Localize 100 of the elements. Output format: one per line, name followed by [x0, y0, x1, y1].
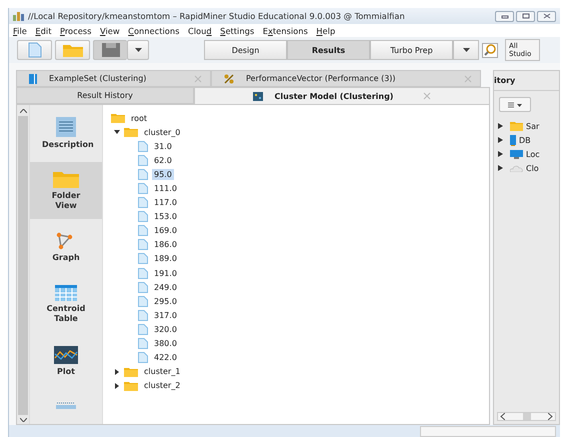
scroll-bar[interactable] — [17, 105, 30, 424]
tree-item[interactable]: 189.0 — [152, 253, 179, 264]
expand-icon[interactable] — [114, 368, 120, 375]
expand-icon[interactable] — [498, 151, 503, 157]
repository-item[interactable]: Sar — [526, 122, 540, 130]
result-tab[interactable]: Cluster Model (Clustering) — [194, 87, 490, 104]
perspective-tab[interactable]: Turbo Prep — [370, 40, 453, 60]
folder-icon — [111, 113, 125, 124]
maximize-icon — [522, 13, 530, 19]
perspective-menu-button[interactable] — [453, 40, 479, 60]
file-icon — [138, 154, 148, 166]
app-icon — [13, 11, 25, 21]
tree-item[interactable]: 422.0 — [152, 352, 179, 364]
menu-item[interactable]: Cloud — [188, 26, 212, 36]
tree-item[interactable]: 249.0 — [152, 282, 179, 293]
result-tab[interactable]: Result History — [16, 87, 194, 104]
collapse-icon[interactable] — [114, 129, 120, 136]
file-icon — [138, 310, 148, 321]
file-icon — [138, 324, 148, 335]
tree-item[interactable]: cluster_2 — [142, 380, 182, 392]
tree-item[interactable]: 95.0 — [152, 168, 174, 180]
menu-item[interactable]: Connections — [128, 26, 180, 36]
repository-item[interactable]: Loc — [526, 150, 540, 158]
file-icon — [138, 211, 148, 222]
panel-title: itory — [494, 76, 516, 85]
file-icon — [138, 168, 148, 180]
expand-icon[interactable] — [498, 165, 503, 171]
menu-item[interactable]: View — [100, 26, 120, 36]
cloud-icon — [510, 164, 523, 172]
perspective-tab[interactable]: Design — [204, 40, 287, 60]
repository-item[interactable]: Clo — [526, 164, 539, 172]
minimize-icon — [500, 14, 508, 18]
table-icon — [55, 285, 77, 301]
sidebar-tab[interactable]: Plot — [30, 333, 102, 390]
expand-icon[interactable] — [498, 137, 503, 143]
file-icon — [138, 296, 148, 307]
tree-item[interactable]: 31.0 — [152, 140, 174, 152]
menu-item[interactable]: Extensions — [262, 26, 308, 36]
percent-icon — [224, 74, 234, 84]
scroll-bar[interactable] — [497, 412, 556, 421]
scroll-thumb[interactable] — [522, 413, 530, 420]
minimize-button[interactable] — [495, 10, 514, 22]
result-tab[interactable]: ExampleSet (Clustering) — [16, 70, 211, 87]
sidebar-tab[interactable]: Centroid Table — [30, 276, 102, 333]
window-title: //Local Repository/kmeanstomtom – RapidMiner Studio Educational 9.0.003 @ Tommialfian — [28, 11, 405, 21]
file-icon — [138, 197, 148, 208]
cluster-icon — [252, 92, 263, 100]
menu-caret-icon — [506, 102, 524, 108]
file-icon — [138, 253, 148, 264]
caret-icon — [134, 48, 142, 52]
tree-item[interactable]: root — [129, 112, 150, 124]
result-tab[interactable]: PerformanceVector (Performance (3)) — [211, 70, 481, 87]
menu-item[interactable]: Settings — [220, 26, 254, 36]
tree-item[interactable]: 295.0 — [152, 296, 179, 307]
perspective-tab[interactable]: Results — [287, 40, 370, 60]
tree-item[interactable]: 320.0 — [152, 324, 179, 335]
table-icon — [29, 74, 37, 84]
folder-icon — [510, 122, 523, 130]
folder-icon — [53, 170, 79, 188]
tree-item[interactable]: 111.0 — [152, 183, 179, 194]
close-icon — [542, 13, 550, 19]
menu-button[interactable] — [499, 97, 531, 112]
folder-icon — [124, 380, 138, 391]
menu-item[interactable]: Process — [60, 26, 92, 36]
tree-item[interactable]: 380.0 — [152, 338, 179, 350]
tree-item[interactable]: 153.0 — [152, 211, 179, 222]
file-icon — [138, 225, 148, 236]
close-button[interactable] — [537, 10, 556, 22]
repository-item[interactable]: DB — [519, 136, 531, 144]
sidebar-tab[interactable]: Description — [30, 105, 102, 162]
search-button[interactable] — [482, 42, 498, 58]
search-icon — [484, 44, 496, 56]
expand-icon[interactable] — [498, 123, 503, 129]
tree-item[interactable]: 169.0 — [152, 225, 179, 236]
tree-item[interactable]: 191.0 — [152, 268, 179, 279]
menu-item[interactable]: Help — [316, 26, 336, 36]
save-menu-button[interactable] — [127, 40, 149, 60]
document-icon — [28, 42, 42, 58]
tree-item[interactable]: cluster_0 — [142, 126, 182, 138]
tree-item[interactable]: 317.0 — [152, 310, 179, 321]
tree-item[interactable]: cluster_1 — [142, 366, 182, 378]
file-icon — [138, 268, 148, 279]
list-icon[interactable] — [56, 402, 76, 409]
sidebar-tab[interactable]: Graph — [30, 219, 102, 276]
tree-item[interactable]: 62.0 — [152, 154, 174, 166]
line-chart-icon — [54, 346, 78, 364]
monitor-icon — [510, 150, 523, 158]
sidebar-tab[interactable]: Folder View — [30, 162, 102, 219]
menu-item[interactable]: File — [13, 26, 27, 36]
tree-item[interactable]: 186.0 — [152, 239, 179, 250]
folder-icon — [62, 43, 82, 57]
tree-item[interactable]: 117.0 — [152, 197, 179, 208]
document-icon — [56, 117, 76, 137]
maximize-button[interactable] — [516, 10, 535, 22]
file-icon — [138, 140, 148, 152]
folder-icon — [124, 127, 138, 138]
menu-item[interactable]: Edit — [35, 26, 52, 36]
expand-icon[interactable] — [114, 382, 120, 389]
file-icon — [138, 183, 148, 194]
file-icon — [138, 282, 148, 293]
